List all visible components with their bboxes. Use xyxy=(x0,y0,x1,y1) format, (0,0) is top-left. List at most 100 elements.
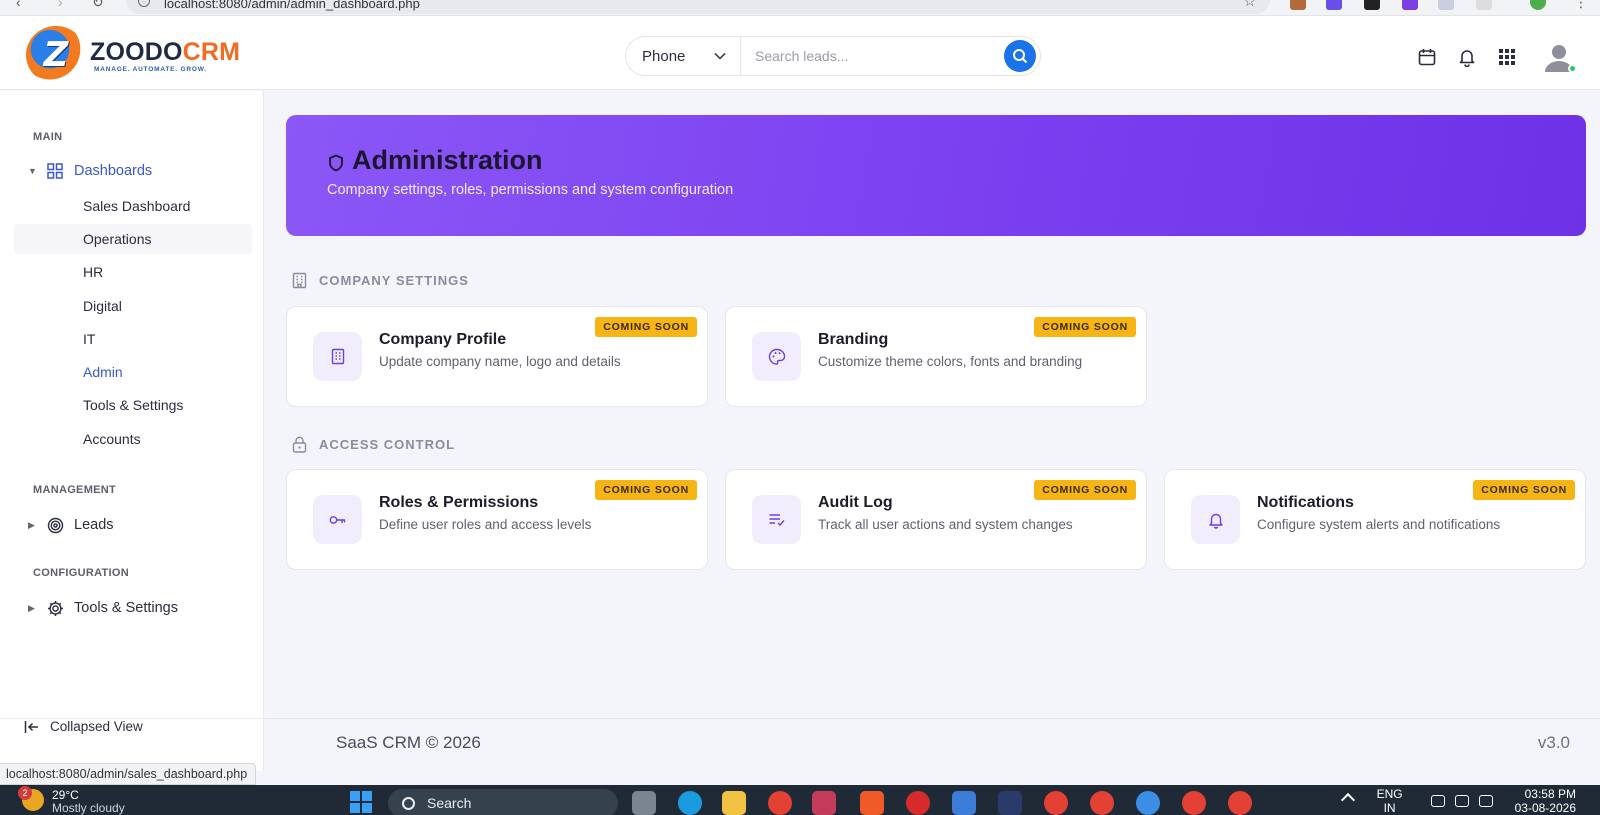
app-header: Z ZOODOCRM MANAGE. AUTOMATE. GROW. Phone xyxy=(0,16,1600,90)
reload-icon[interactable]: ↻ xyxy=(92,0,104,11)
card-branding[interactable]: Branding Customize theme colors, fonts a… xyxy=(725,306,1147,407)
sidebar-item-operations[interactable]: Operations xyxy=(14,224,252,254)
search-input[interactable] xyxy=(741,37,1004,75)
page-footer: SaaS CRM © 2026 v3.0 xyxy=(265,718,1600,770)
calendar-icon[interactable] xyxy=(1416,46,1438,68)
taskbar-search[interactable]: Search xyxy=(388,789,618,815)
search-field-select[interactable]: Phone xyxy=(626,37,741,75)
sidebar: MAIN ▼ Dashboards Sales Dashboard Operat… xyxy=(0,91,264,771)
browser-menu-icon[interactable]: ⋮ xyxy=(1574,0,1588,11)
sidebar-item-tools[interactable]: ▶ Tools & Settings xyxy=(28,599,178,617)
search-button[interactable] xyxy=(1004,40,1036,72)
forward-icon[interactable]: › xyxy=(58,0,63,10)
card-description: Configure system alerts and notification… xyxy=(1257,517,1501,532)
mail-extension-icon[interactable] xyxy=(1364,0,1380,10)
extension-icon[interactable] xyxy=(1290,0,1306,10)
extension-icon[interactable] xyxy=(1438,0,1454,10)
search-field-value: Phone xyxy=(642,47,686,65)
weather-widget[interactable]: 2 29°C Mostly cloudy xyxy=(18,786,125,815)
wifi-icon xyxy=(1430,795,1445,807)
task-view-icon[interactable] xyxy=(632,791,656,815)
back-icon[interactable]: ‹ xyxy=(16,0,21,10)
app-icon[interactable] xyxy=(1136,791,1160,815)
key-icon xyxy=(313,495,362,544)
target-icon xyxy=(46,516,64,534)
sidebar-item-leads[interactable]: ▶ Leads xyxy=(28,516,114,534)
bookmark-star-icon[interactable]: ☆ xyxy=(1243,0,1256,10)
chrome-profile-icon[interactable] xyxy=(1182,791,1206,815)
os-taskbar: 2 29°C Mostly cloudy Search ENG IN 03:58… xyxy=(0,785,1600,815)
search-icon xyxy=(1013,49,1028,64)
chevron-down-icon xyxy=(714,52,726,60)
system-icons[interactable] xyxy=(1430,795,1493,807)
profile-avatar-icon[interactable] xyxy=(1530,0,1546,10)
sidebar-item-admin[interactable]: Admin xyxy=(14,357,252,387)
collapse-label: Collapsed View xyxy=(50,719,143,734)
app-icon[interactable] xyxy=(998,791,1022,815)
brand-logo[interactable]: Z ZOODOCRM MANAGE. AUTOMATE. GROW. xyxy=(26,26,240,84)
coming-soon-badge: COMING SOON xyxy=(595,317,697,337)
brand-tagline: MANAGE. AUTOMATE. GROW. xyxy=(94,65,207,73)
sidebar-item-accounts[interactable]: Accounts xyxy=(14,424,252,454)
coming-soon-badge: COMING SOON xyxy=(595,480,697,500)
edge-browser-icon[interactable] xyxy=(678,791,702,815)
sidebar-item-digital[interactable]: Digital xyxy=(14,291,252,321)
grid-icon xyxy=(46,162,64,180)
sidebar-section-configuration: CONFIGURATION xyxy=(33,567,129,579)
file-explorer-icon[interactable] xyxy=(722,791,746,815)
app-icon[interactable] xyxy=(860,791,884,815)
volume-icon xyxy=(1454,795,1469,807)
card-roles-permissions[interactable]: Roles & Permissions Define user roles an… xyxy=(286,469,708,570)
windows-start-icon[interactable] xyxy=(350,791,372,813)
app-icon[interactable] xyxy=(906,791,930,815)
bell-icon[interactable] xyxy=(1456,46,1478,68)
chrome-icon[interactable] xyxy=(768,791,792,815)
sidebar-item-it[interactable]: IT xyxy=(14,324,252,354)
address-url: localhost:8080/admin/admin_dashboard.php xyxy=(164,0,420,11)
sidebar-item-hr[interactable]: HR xyxy=(14,257,252,287)
link-preview-status: localhost:8080/admin/sales_dashboard.php xyxy=(0,763,257,785)
sidebar-item-dashboards[interactable]: ▼ Dashboards xyxy=(28,162,152,180)
chevron-up-icon[interactable] xyxy=(1340,792,1355,808)
app-version: v3.0 xyxy=(1537,733,1570,752)
card-description: Customize theme colors, fonts and brandi… xyxy=(818,354,1083,369)
chrome-profile-icon[interactable] xyxy=(1090,791,1114,815)
card-notifications[interactable]: Notifications Configure system alerts an… xyxy=(1164,469,1586,570)
sidebar-item-tools-settings[interactable]: Tools & Settings xyxy=(14,390,252,420)
page-subtitle: Company settings, roles, permissions and… xyxy=(327,182,734,198)
collapse-sidebar-button[interactable]: Collapsed View xyxy=(24,719,143,734)
snipping-tool-icon[interactable] xyxy=(812,791,836,815)
building-icon xyxy=(313,332,362,381)
extension-icon[interactable] xyxy=(1326,0,1342,10)
card-audit-log[interactable]: Audit Log Track all user actions and sys… xyxy=(725,469,1147,570)
weather-icon: 2 xyxy=(18,786,44,811)
app-icon[interactable] xyxy=(952,791,976,815)
caret-right-icon: ▶ xyxy=(28,602,35,613)
sidebar-item-label: Dashboards xyxy=(74,163,153,179)
online-status-dot xyxy=(1568,64,1577,73)
sidebar-item-sales-dashboard[interactable]: Sales Dashboard xyxy=(14,191,252,221)
card-description: Define user roles and access levels xyxy=(379,517,592,532)
header-actions xyxy=(1416,40,1577,74)
system-tray: ENG IN 03:58 PM 03-08-2026 xyxy=(1340,787,1576,815)
logo-mark: Z xyxy=(26,26,86,84)
extensions-puzzle-icon[interactable] xyxy=(1476,0,1492,10)
clock[interactable]: 03:58 PM 03-08-2026 xyxy=(1515,787,1576,815)
extension-icon[interactable] xyxy=(1402,0,1418,10)
building-icon xyxy=(292,272,307,289)
gear-icon xyxy=(46,599,64,617)
address-bar[interactable]: localhost:8080/admin/admin_dashboard.php… xyxy=(126,0,1270,14)
chrome-profile-icon[interactable] xyxy=(1044,791,1068,815)
apps-grid-icon[interactable] xyxy=(1496,46,1518,68)
user-avatar[interactable] xyxy=(1542,40,1577,74)
brand-name: ZOODOCRM xyxy=(90,37,241,66)
card-company-profile[interactable]: Company Profile Update company name, log… xyxy=(286,306,708,407)
sidebar-item-label: Tools & Settings xyxy=(74,600,178,616)
coming-soon-badge: COMING SOON xyxy=(1473,480,1575,500)
chrome-profile-icon[interactable] xyxy=(1228,791,1252,815)
site-info-icon[interactable] xyxy=(138,0,150,7)
sidebar-item-label: Leads xyxy=(74,517,114,533)
card-description: Update company name, logo and details xyxy=(379,354,621,369)
language-indicator[interactable]: ENG IN xyxy=(1377,787,1403,815)
footer-copyright: SaaS CRM © 2026 xyxy=(336,733,481,752)
